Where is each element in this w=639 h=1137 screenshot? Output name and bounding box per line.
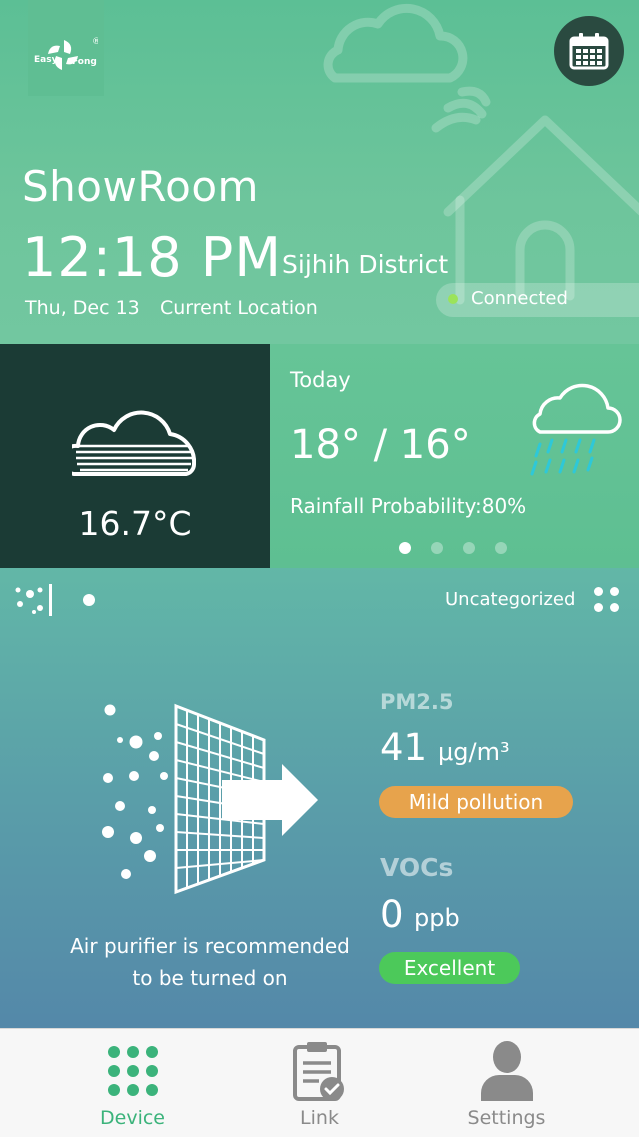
- calendar-icon: [569, 33, 609, 70]
- page-indicator-dot[interactable]: [399, 542, 411, 554]
- tab-bar: Device Link Settings: [0, 1028, 639, 1137]
- page-indicator-dot[interactable]: [463, 542, 475, 554]
- tab-label: Link: [300, 1107, 339, 1129]
- purifier-advice-text: Air purifier is recommended to be turned…: [40, 930, 380, 994]
- connection-status-badge: Connected: [436, 283, 639, 317]
- svg-text:®: ®: [92, 37, 98, 47]
- page-indicator-dot[interactable]: [495, 542, 507, 554]
- vocs-label: VOCs: [380, 853, 454, 882]
- pm25-value: 41: [380, 726, 428, 769]
- pm25-unit: μg/m³: [438, 738, 510, 766]
- district-name: Sijhih District: [282, 250, 449, 279]
- device-grid-icon: [108, 1046, 158, 1096]
- vocs-status-badge: Excellent: [379, 952, 520, 984]
- air-filter-illustration-icon: [102, 703, 318, 895]
- rainfall-probability: Rainfall Probability:80%: [290, 494, 527, 518]
- calendar-button[interactable]: [554, 16, 624, 86]
- user-icon: [481, 1041, 533, 1101]
- forecast-day-label: Today: [290, 368, 351, 392]
- pm25-label: PM2.5: [380, 690, 454, 714]
- tab-label: Device: [100, 1107, 165, 1129]
- current-date: Thu, Dec 13: [25, 297, 140, 319]
- advice-line: to be turned on: [132, 966, 288, 990]
- rain-cloud-icon: [530, 383, 622, 476]
- cloud-fog-icon: [72, 410, 196, 476]
- vocs-value: 0: [380, 893, 404, 936]
- page-indicator-dot[interactable]: [431, 542, 443, 554]
- location-label: Current Location: [160, 297, 318, 319]
- tab-label: Settings: [467, 1107, 546, 1129]
- forecast-temperature-range: 18° / 16°: [290, 422, 471, 468]
- current-time: 12:18 PM: [22, 226, 282, 289]
- logo-fan-icon: Easy Fong ®: [34, 37, 98, 70]
- view-grid-icon[interactable]: [594, 587, 620, 613]
- tab-link[interactable]: Link: [213, 1029, 426, 1137]
- fan-mode-icon[interactable]: [10, 582, 100, 618]
- advice-line: Air purifier is recommended: [70, 934, 350, 958]
- tab-device[interactable]: Device: [26, 1029, 239, 1137]
- brand-logo: Easy Fong ®: [28, 0, 104, 96]
- vocs-unit: ppb: [414, 904, 460, 932]
- svg-text:Fong: Fong: [72, 57, 97, 67]
- status-dot-icon: [448, 294, 458, 304]
- svg-text:Easy: Easy: [34, 55, 58, 65]
- pm25-status-badge: Mild pollution: [379, 786, 573, 818]
- device-category[interactable]: Uncategorized: [445, 589, 575, 610]
- current-temperature: 16.7°C: [78, 504, 192, 543]
- tab-settings[interactable]: Settings: [400, 1029, 613, 1137]
- clipboard-check-icon: [293, 1042, 344, 1101]
- device-name: ShowRoom: [22, 162, 259, 211]
- connection-status-text: Connected: [471, 288, 568, 309]
